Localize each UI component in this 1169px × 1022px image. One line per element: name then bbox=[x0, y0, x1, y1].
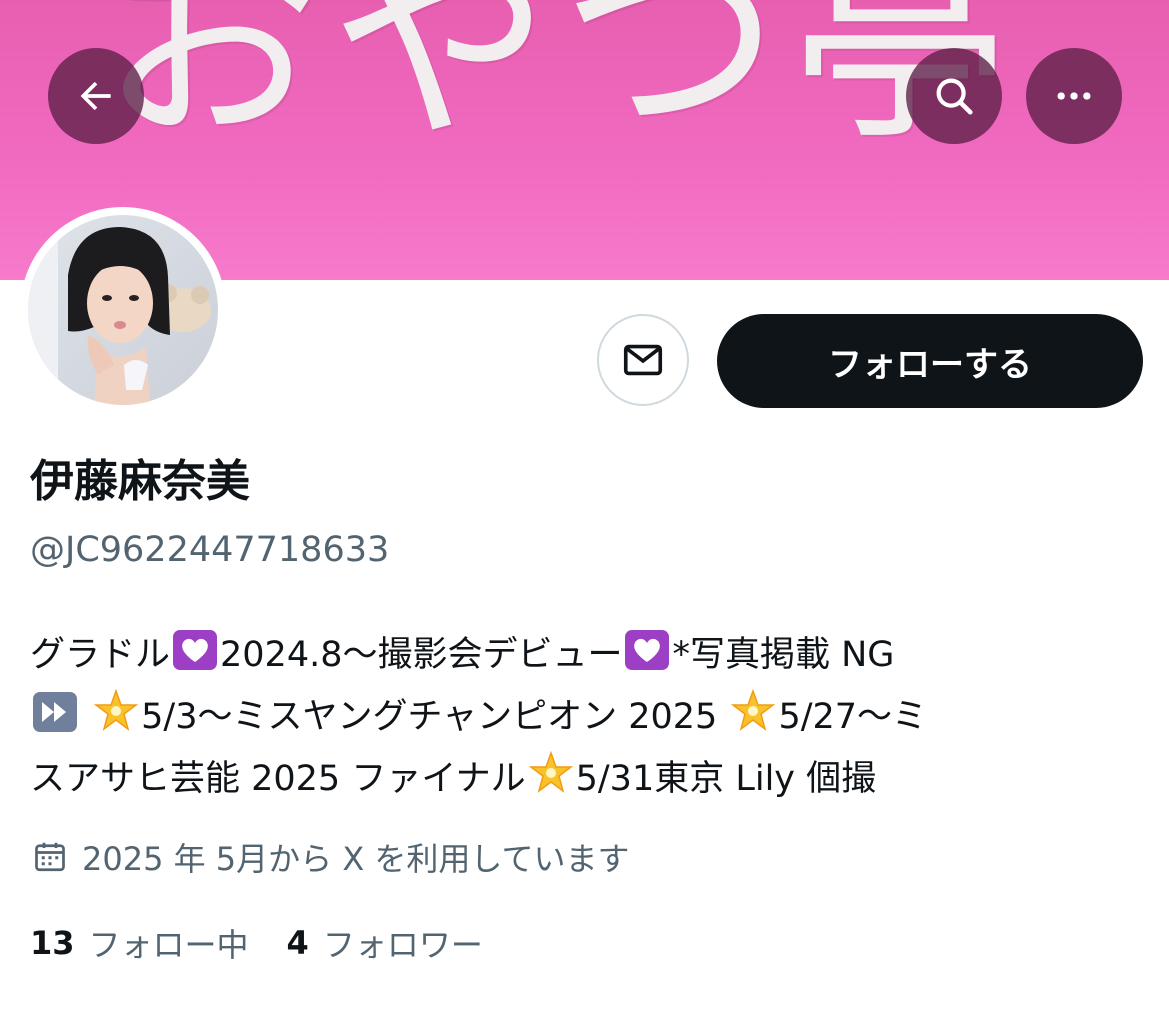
message-button[interactable] bbox=[597, 314, 689, 406]
join-date: 2025 年 5月から X を利用しています bbox=[32, 834, 629, 880]
more-icon bbox=[1057, 92, 1091, 100]
following-link[interactable]: 13 フォロー中 bbox=[30, 920, 249, 966]
calendar-icon bbox=[35, 842, 65, 872]
bio-text: 5/3～ミスヤングチャンピオン 2025 bbox=[141, 697, 729, 737]
bio-text: グラドル bbox=[30, 635, 171, 675]
profile-bio: グラドル 2024.8～撮影会デビュー *写真掲載 NG 5/3～ミスヤングチャンピ… bbox=[30, 624, 1140, 810]
followers-link[interactable]: 4 フォロワー bbox=[287, 920, 483, 966]
bio-text: *写真掲載 NG bbox=[672, 635, 895, 675]
back-arrow-icon bbox=[80, 81, 111, 111]
following-label: フォロー中 bbox=[88, 926, 249, 964]
followers-count: 4 bbox=[286, 924, 309, 962]
avatar[interactable] bbox=[28, 215, 218, 405]
glowing-star-emoji-icon bbox=[528, 751, 573, 793]
user-handle: @JC9622447718633 bbox=[30, 530, 390, 570]
heart-emoji-icon bbox=[625, 630, 670, 670]
bio-text: 5/27～ミ bbox=[778, 697, 928, 737]
follow-stats: 13 フォロー中 4 フォロワー bbox=[30, 920, 521, 966]
join-date-text: 2025 年 5月から X を利用しています bbox=[82, 840, 630, 878]
back-button[interactable] bbox=[48, 48, 144, 144]
more-button[interactable] bbox=[1026, 48, 1122, 144]
glowing-star-emoji-icon bbox=[93, 689, 139, 731]
search-icon bbox=[936, 78, 973, 115]
heart-emoji-icon bbox=[173, 630, 218, 670]
fast-forward-emoji-icon bbox=[33, 692, 77, 732]
follow-button[interactable]: フォローする bbox=[717, 314, 1143, 408]
bio-line-3: スアサヒ芸能 2025 ファイナル 5/31東京 Lily 個撮 bbox=[30, 748, 1140, 810]
envelope-icon bbox=[623, 344, 663, 376]
bio-line-2: 5/3～ミスヤングチャンピオン 2025 5/27～ミ bbox=[30, 686, 1140, 748]
bio-line-1: グラドル 2024.8～撮影会デビュー *写真掲載 NG bbox=[30, 624, 1140, 686]
bio-text: 2024.8～撮影会デビュー bbox=[220, 635, 623, 675]
display-name: 伊藤麻奈美 bbox=[30, 456, 250, 507]
profile-page: おやつ亭 フォローする 伊藤麻奈美 @JC9622447718633 グラドル … bbox=[0, 0, 1169, 1022]
bio-text: スアサヒ芸能 2025 ファイナル bbox=[30, 759, 526, 799]
glowing-star-emoji-icon bbox=[731, 689, 776, 731]
bio-text: 5/31東京 Lily 個撮 bbox=[575, 759, 877, 799]
followers-label: フォロワー bbox=[322, 926, 483, 964]
avatar-image bbox=[28, 215, 218, 405]
search-button[interactable] bbox=[906, 48, 1002, 144]
banner-text: おやつ亭 bbox=[100, 0, 1021, 170]
following-count: 13 bbox=[30, 924, 75, 962]
